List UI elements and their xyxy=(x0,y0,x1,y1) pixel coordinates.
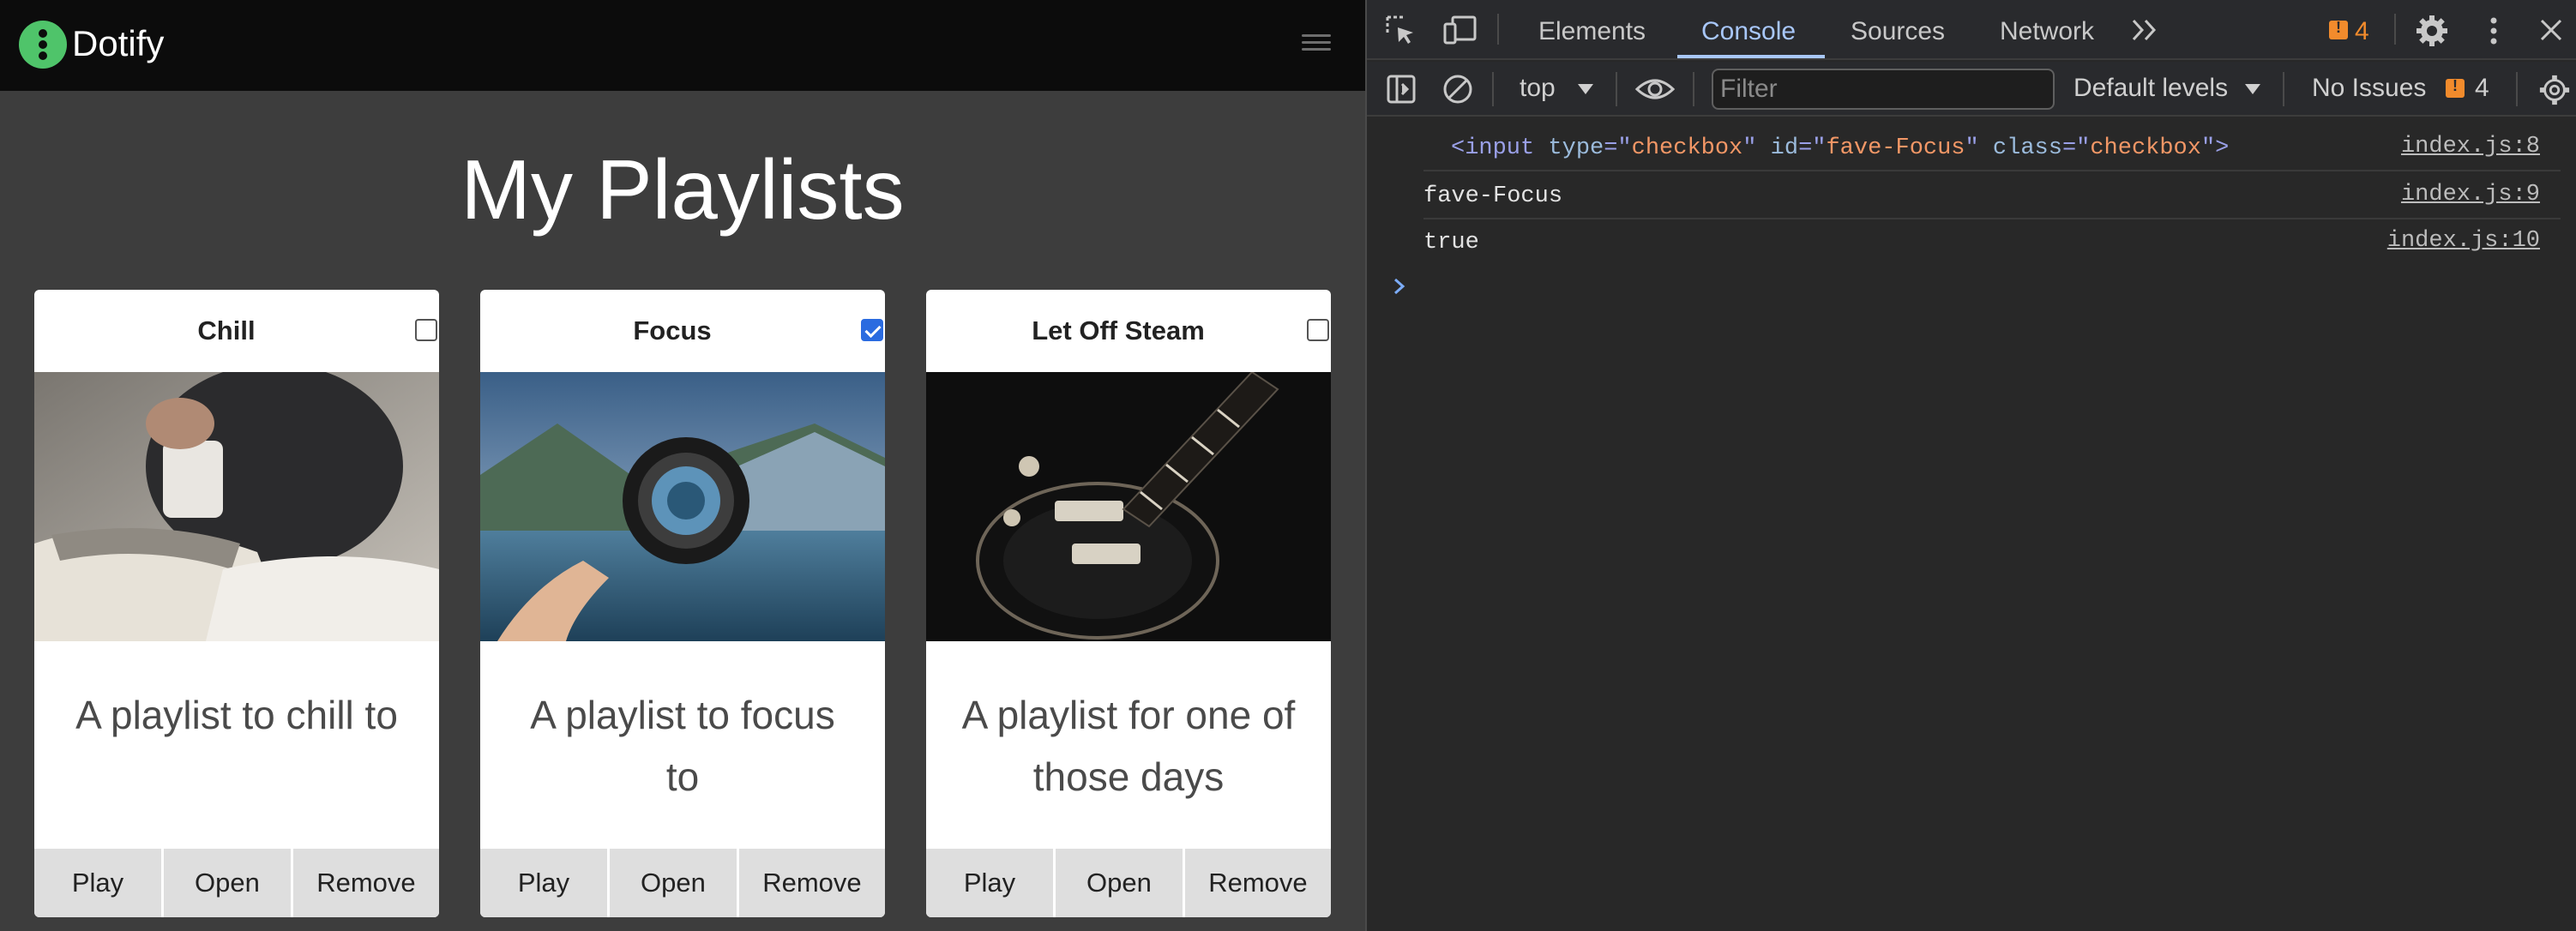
card-header: Focus xyxy=(480,290,885,372)
console-message-string: fave-Focus index.js:9 xyxy=(1423,173,2561,219)
issues-warning-icon[interactable] xyxy=(2446,77,2465,98)
playlist-description: A playlist for one of those days xyxy=(961,693,1296,799)
favorite-checkbox[interactable] xyxy=(415,319,437,341)
logged-string: fave-Focus xyxy=(1423,183,1563,209)
favorite-checkbox[interactable] xyxy=(861,319,883,341)
log-levels-selector[interactable]: Default levels xyxy=(2073,74,2228,103)
open-button[interactable]: Open xyxy=(1055,849,1185,917)
context-dropdown-caret-icon[interactable] xyxy=(1578,84,1593,94)
playlist-name: Chill xyxy=(197,315,256,345)
source-link[interactable]: index.js:9 xyxy=(2401,182,2540,207)
play-button[interactable]: Play xyxy=(34,849,164,917)
card-actions: Play Open Remove xyxy=(480,849,885,917)
remove-button[interactable]: Remove xyxy=(1184,849,1331,917)
dotify-app: Dotify My Playlists Chill A playlist to … xyxy=(0,0,1365,931)
issues-count[interactable]: 4 xyxy=(2355,17,2369,46)
play-button[interactable]: Play xyxy=(926,849,1056,917)
person-reading-with-mug-image xyxy=(34,372,439,641)
playlist-card-chill: Chill A playlist to chill to Play Open R… xyxy=(34,290,439,917)
hamburger-menu-icon[interactable] xyxy=(1302,31,1334,55)
separator xyxy=(2283,72,2284,106)
live-expression-eye-icon[interactable] xyxy=(1634,74,1676,105)
source-link[interactable]: index.js:10 xyxy=(2387,228,2540,254)
brand-name[interactable]: Dotify xyxy=(72,23,164,63)
devtools-tab-bar: Elements Console Sources Network 4 xyxy=(1367,0,2576,60)
tab-network[interactable]: Network xyxy=(2000,17,2094,46)
play-button[interactable]: Play xyxy=(480,849,610,917)
dotify-logo-icon[interactable] xyxy=(19,21,67,69)
more-tabs-chevron-icon[interactable] xyxy=(2130,17,2161,43)
card-actions: Play Open Remove xyxy=(926,849,1331,917)
playlist-description: A playlist to focus to xyxy=(530,693,835,799)
devtools-panel: Elements Console Sources Network 4 xyxy=(1365,0,2576,931)
separator xyxy=(1497,14,1499,45)
page-title: My Playlists xyxy=(460,142,905,237)
electric-guitar-image xyxy=(926,372,1331,641)
navbar: Dotify xyxy=(0,0,1365,91)
console-prompt-chevron-icon[interactable] xyxy=(1391,276,1408,297)
log-levels-caret-icon[interactable] xyxy=(2245,84,2260,94)
tab-elements[interactable]: Elements xyxy=(1538,17,1646,46)
playlist-description: A playlist to chill to xyxy=(75,693,398,737)
settings-gear-icon[interactable] xyxy=(2415,14,2449,48)
close-devtools-icon[interactable] xyxy=(2538,17,2564,43)
console-settings-gear-icon[interactable] xyxy=(2538,74,2571,106)
card-header: Chill xyxy=(34,290,439,372)
console-filter-input[interactable] xyxy=(1712,69,2055,110)
console-message-boolean: true index.js:10 xyxy=(1423,219,2561,266)
playlist-name: Let Off Steam xyxy=(1032,315,1205,345)
lens-over-lake-image xyxy=(480,372,885,641)
playlist-card-let-off-steam: Let Off Steam A playlist for one of thos… xyxy=(926,290,1331,917)
logged-element[interactable]: <input type="checkbox" id="fave-Focus" c… xyxy=(1451,135,2229,161)
remove-button[interactable]: Remove xyxy=(292,849,439,917)
tab-console[interactable]: Console xyxy=(1701,17,1796,46)
source-link[interactable]: index.js:8 xyxy=(2401,134,2540,159)
favorite-checkbox[interactable] xyxy=(1307,319,1329,341)
clear-console-icon[interactable] xyxy=(1442,74,1473,105)
device-toolbar-icon[interactable] xyxy=(1442,14,1478,46)
active-tab-indicator xyxy=(1677,55,1825,58)
playlist-card-focus: Focus A playlist to focus to Play Open R… xyxy=(480,290,885,917)
tab-sources[interactable]: Sources xyxy=(1851,17,1945,46)
toolbar-issues-count[interactable]: 4 xyxy=(2475,74,2489,103)
card-actions: Play Open Remove xyxy=(34,849,439,917)
remove-button[interactable]: Remove xyxy=(738,849,885,917)
inspect-element-icon[interactable] xyxy=(1384,14,1417,46)
open-button[interactable]: Open xyxy=(163,849,293,917)
console-message-element[interactable]: <input type="checkbox" id="fave-Focus" c… xyxy=(1423,125,2561,171)
logged-boolean: true xyxy=(1423,230,1479,255)
issues-warning-icon[interactable] xyxy=(2329,19,2348,39)
separator xyxy=(2516,72,2518,106)
separator xyxy=(2394,14,2396,45)
playlist-name: Focus xyxy=(633,315,712,345)
no-issues-label[interactable]: No Issues xyxy=(2312,74,2426,103)
card-header: Let Off Steam xyxy=(926,290,1331,372)
console-toolbar: top Default levels No Issues 4 xyxy=(1367,62,2576,117)
show-sidebar-icon[interactable] xyxy=(1386,74,1417,105)
separator xyxy=(1616,72,1617,106)
open-button[interactable]: Open xyxy=(609,849,739,917)
separator xyxy=(1492,72,1494,106)
context-selector[interactable]: top xyxy=(1520,74,1556,103)
separator xyxy=(1693,72,1694,106)
more-options-kebab-icon[interactable] xyxy=(2487,15,2501,46)
